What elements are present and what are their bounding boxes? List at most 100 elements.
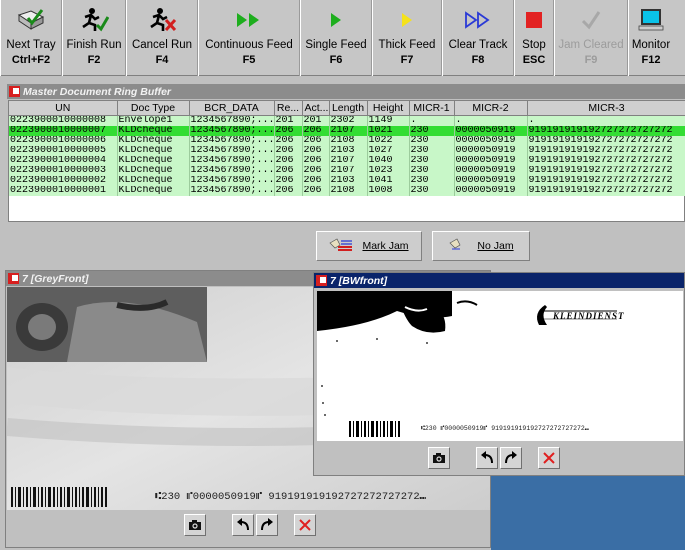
bw-delete-button[interactable] [538, 447, 560, 469]
grey-capture-button[interactable] [184, 514, 206, 536]
table-header: UN Doc Type BCR_DATA Re... Act... Length… [9, 101, 685, 116]
table-cell: 919191919192727272727272 [527, 135, 685, 146]
outline-double-play-icon [462, 4, 494, 36]
table-row[interactable]: 0223900010000005 KLDcheque 1234567890;... 2… [9, 145, 685, 156]
table-row[interactable]: 0223900010000002 KLDcheque 1234567890;... 2… [9, 175, 685, 186]
table-cell: 230 [409, 165, 455, 176]
bw-front-window: 7 [BWfront] KLEINDIENST ⑆230 ⑈0000050919… [313, 272, 685, 476]
ring-buffer-panel: Master Document Ring Buffer UN Doc Type … [7, 84, 685, 224]
table-cell: 206 [302, 175, 330, 186]
double-play-icon [233, 4, 265, 36]
bw-rotate-right-button[interactable] [500, 447, 522, 469]
single-feed-button[interactable]: Single Feed F6 [300, 0, 372, 76]
table-cell: 1234567890;... [189, 125, 275, 136]
bw-front-title-bar: 7 [BWfront] [314, 273, 684, 288]
stop-key: ESC [522, 54, 546, 66]
close-icon [299, 519, 311, 531]
table-cell: Envelope1 [117, 115, 190, 126]
clear-track-button[interactable]: Clear Track F8 [442, 0, 514, 76]
table-cell: 201 [274, 115, 303, 126]
column-header-bcr-data[interactable]: BCR_DATA [189, 101, 275, 116]
bw-logo-text: KLEINDIENST [553, 311, 625, 321]
table-cell: 206 [274, 125, 303, 136]
no-jam-button[interactable]: No Jam [432, 231, 530, 261]
table-cell: KLDcheque [117, 165, 190, 176]
table-cell: 206 [274, 165, 303, 176]
table-cell: 1234567890;... [189, 155, 275, 166]
table-cell: 0000050919 [454, 135, 528, 146]
column-header-length[interactable]: Length [329, 101, 368, 116]
column-header-micr-2[interactable]: MICR-2 [454, 101, 528, 116]
monitor-button[interactable]: Monitor F12 [628, 0, 673, 76]
continuous-feed-label: Continuous Feed [205, 39, 293, 51]
rotate-left-icon [481, 451, 493, 464]
continuous-feed-button[interactable]: Continuous Feed F5 [198, 0, 300, 76]
table-cell: 0000050919 [454, 165, 528, 176]
column-header-micr-3[interactable]: MICR-3 [527, 101, 685, 116]
column-header-doc-type[interactable]: Doc Type [117, 101, 190, 116]
stop-label: Stop [522, 39, 546, 51]
grey-rotate-right-button[interactable] [256, 514, 278, 536]
grey-delete-button[interactable] [294, 514, 316, 536]
table-row[interactable]: 0223900010000003 KLDcheque 1234567890;... 2… [9, 165, 685, 176]
stop-button[interactable]: Stop ESC [514, 0, 554, 76]
bw-front-micr-line: ⑆230 ⑈0000050919⑈ 9191919191927272727272… [421, 425, 589, 432]
table-cell: 919191919192727272727272 [527, 175, 685, 186]
table-cell: 0223900010000001 [9, 185, 118, 196]
bw-capture-button[interactable] [428, 447, 450, 469]
column-header-height[interactable]: Height [367, 101, 410, 116]
column-header-act[interactable]: Act... [302, 101, 330, 116]
mark-jam-button[interactable]: Mark Jam [316, 231, 422, 261]
table-cell: 919191919192727272727272 [527, 125, 685, 136]
table-cell: 2103 [329, 175, 368, 186]
table-cell: KLDcheque [117, 185, 190, 196]
jam-cleared-key: F9 [584, 54, 598, 66]
table-row[interactable]: 0223900010000006 KLDcheque 1234567890;... 2… [9, 135, 685, 146]
next-tray-button[interactable]: Next Tray Ctrl+F2 [0, 0, 62, 76]
thick-feed-label: Thick Feed [378, 39, 436, 51]
table-cell: 1008 [367, 185, 410, 196]
bw-front-title: 7 [BWfront] [330, 274, 388, 287]
table-cell: 2302 [329, 115, 368, 126]
table-cell: 0000050919 [454, 155, 528, 166]
table-cell: 230 [409, 185, 455, 196]
table-cell: 1149 [367, 115, 410, 126]
table-cell: 230 [409, 145, 455, 156]
cancel-run-label: Cancel Run [131, 39, 193, 51]
table-cell: 206 [274, 155, 303, 166]
close-icon [543, 452, 555, 464]
toolbar: Next Tray Ctrl+F2 Finish Run F2 Cancel R… [0, 0, 685, 76]
runner-check-icon [78, 4, 110, 36]
monitor-icon [635, 4, 667, 36]
table-row[interactable]: 0223900010000008 Envelope1 1234567890;... 2… [9, 115, 685, 126]
table-cell: 1041 [367, 175, 410, 186]
table-cell: 0000050919 [454, 125, 528, 136]
column-header-un[interactable]: UN [9, 101, 118, 116]
column-header-micr-1[interactable]: MICR-1 [409, 101, 455, 116]
table-cell: 1234567890;... [189, 135, 275, 146]
cancel-run-key: F4 [155, 54, 169, 66]
table-row[interactable]: 0223900010000007 KLDcheque 1234567890;... 2… [9, 125, 685, 136]
finish-run-button[interactable]: Finish Run F2 [62, 0, 126, 76]
table-cell: . [454, 115, 528, 126]
jam-cleared-button[interactable]: Jam Cleared F9 [554, 0, 628, 76]
table-cell: 206 [302, 145, 330, 156]
ring-buffer-table[interactable]: UN Doc Type BCR_DATA Re... Act... Length… [8, 100, 685, 222]
table-row[interactable]: 0223900010000004 KLDcheque 1234567890;... 2… [9, 155, 685, 166]
bw-rotate-left-button[interactable] [476, 447, 498, 469]
table-cell: 0223900010000002 [9, 175, 118, 186]
thick-feed-button[interactable]: Thick Feed F7 [372, 0, 442, 76]
table-row[interactable]: 0223900010000001 KLDcheque 1234567890;... 2… [9, 185, 685, 196]
column-header-re[interactable]: Re... [274, 101, 303, 116]
grey-rotate-left-button[interactable] [232, 514, 254, 536]
table-cell: 1021 [367, 125, 410, 136]
table-cell: 1234567890;... [189, 115, 275, 126]
tray-check-icon [15, 4, 47, 36]
table-cell: 1234567890;... [189, 145, 275, 156]
cancel-run-button[interactable]: Cancel Run F4 [126, 0, 198, 76]
runner-x-icon [146, 4, 178, 36]
table-cell: 0223900010000006 [9, 135, 118, 146]
table-cell: . [409, 115, 455, 126]
cheque-bw-image [317, 291, 683, 441]
table-cell: 919191919192727272727272 [527, 165, 685, 176]
